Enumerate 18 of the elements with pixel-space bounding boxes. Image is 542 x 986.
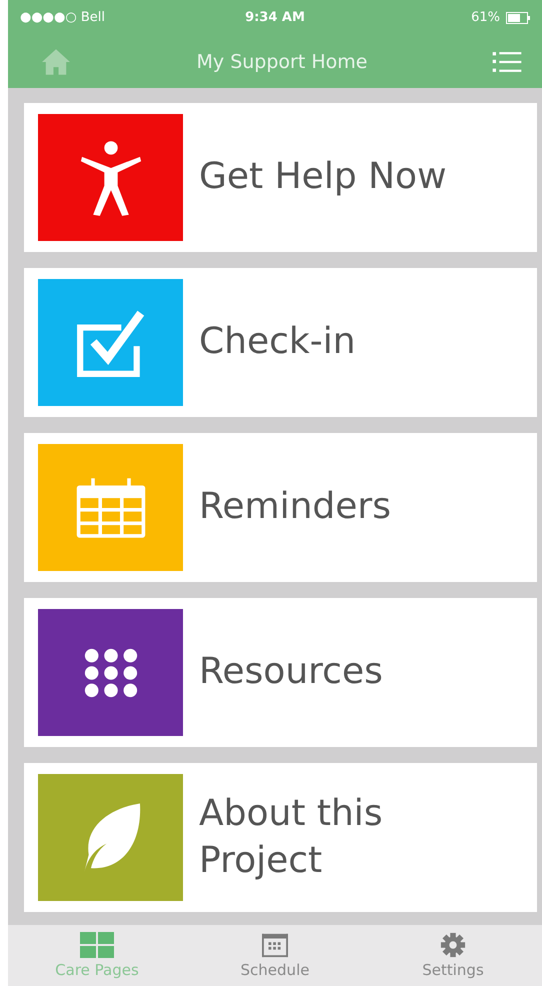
menu-icon[interactable] (492, 50, 522, 72)
battery-icon (506, 12, 530, 24)
time-label: 9:34 AM (244, 10, 306, 25)
grid-icon (80, 932, 114, 958)
menu-label: About this Project (199, 792, 384, 882)
menu-label: Resources (199, 650, 384, 694)
menu-card[interactable]: Reminders (24, 433, 537, 582)
battery-label: 61% (471, 10, 500, 25)
home-icon[interactable] (40, 48, 72, 76)
menu-card[interactable]: Resources (24, 598, 537, 747)
menu-label: Reminders (199, 485, 392, 530)
menu-card[interactable]: Check-in (24, 268, 537, 417)
menu-card[interactable]: Get Help Now (24, 103, 537, 252)
menu-label: Check-in (199, 320, 357, 364)
page-title: My Support Home (196, 50, 368, 72)
menu-card[interactable]: About this Project (24, 763, 537, 912)
menu-label: Get Help Now (199, 155, 448, 200)
carrier-label: ●●●●○ Bell (20, 10, 105, 25)
